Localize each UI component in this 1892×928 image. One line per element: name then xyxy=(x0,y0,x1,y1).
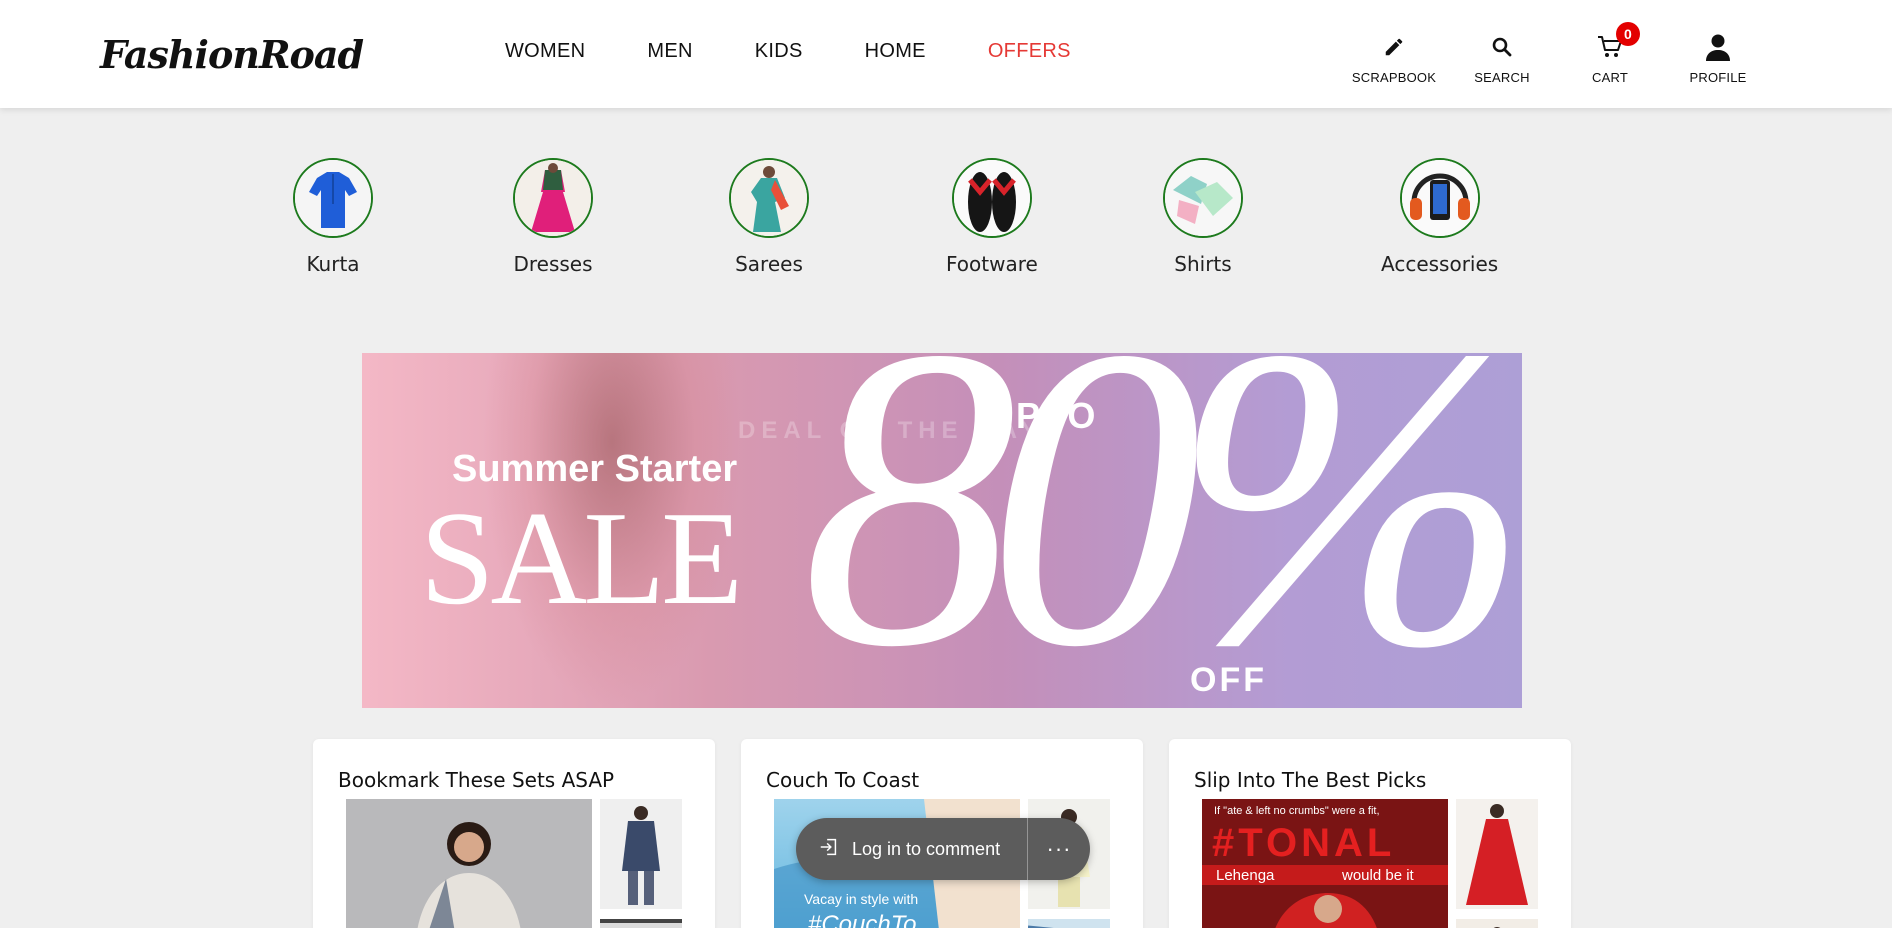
nav-kids[interactable]: KIDS xyxy=(755,40,803,63)
card-title: Bookmark These Sets ASAP xyxy=(338,768,615,792)
category-label: Sarees xyxy=(735,252,803,276)
shirts-image xyxy=(1163,158,1243,238)
header-actions: SCRAPBOOK SEARCH 0 CART PROFILE xyxy=(1340,22,1772,85)
card-lehenga: Lehenga xyxy=(1216,867,1275,884)
nav-offers[interactable]: OFFERS xyxy=(988,40,1071,63)
card-thumb-image[interactable] xyxy=(1456,799,1538,909)
category-label: Accessories xyxy=(1381,252,1499,276)
category-label: Footware xyxy=(946,252,1038,276)
card-main-image[interactable] xyxy=(346,799,592,928)
sarees-image xyxy=(729,158,809,238)
nav-home[interactable]: HOME xyxy=(865,40,926,63)
main-nav: WOMEN MEN KIDS HOME OFFERS xyxy=(505,40,1133,63)
accessories-image xyxy=(1399,158,1480,238)
search-icon xyxy=(1490,32,1514,62)
banner-percent: 80% xyxy=(802,353,1522,708)
profile-label: PROFILE xyxy=(1689,70,1747,85)
pencil-icon xyxy=(1383,32,1405,62)
category-dresses[interactable]: Dresses xyxy=(513,158,593,276)
footware-image xyxy=(951,158,1032,238)
search-label: SEARCH xyxy=(1474,70,1530,85)
nav-women[interactable]: WOMEN xyxy=(505,40,585,63)
category-label: Dresses xyxy=(513,252,593,276)
profile-button[interactable]: PROFILE xyxy=(1664,32,1772,85)
card-main-image[interactable]: If "ate & left no crumbs" were a fit, #T… xyxy=(1202,799,1448,928)
banner-sale-text: SALE xyxy=(420,484,743,632)
card-thumb-image[interactable] xyxy=(600,919,682,928)
more-options-button[interactable]: ··· xyxy=(1028,836,1090,862)
scrapbook-button[interactable]: SCRAPBOOK xyxy=(1340,32,1448,85)
card-thumb-image[interactable] xyxy=(1456,919,1538,928)
person-icon xyxy=(1705,32,1731,62)
card-quote: If "ate & left no crumbs" were a fit, xyxy=(1214,805,1380,817)
card-title: Slip Into The Best Picks xyxy=(1194,768,1427,792)
sign-in-icon xyxy=(818,836,840,863)
scrapbook-label: SCRAPBOOK xyxy=(1351,70,1437,85)
category-shirts[interactable]: Shirts xyxy=(1163,158,1243,276)
category-sarees[interactable]: Sarees xyxy=(729,158,809,276)
cart-label: CART xyxy=(1592,70,1628,85)
nav-men[interactable]: MEN xyxy=(647,40,692,63)
card-thumb-image[interactable] xyxy=(600,799,682,909)
card-tonal: #TONAL xyxy=(1212,821,1396,865)
login-label: Log in to comment xyxy=(852,838,1001,859)
category-kurta[interactable]: Kurta xyxy=(293,158,373,276)
category-footware[interactable]: Footware xyxy=(946,158,1038,276)
search-button[interactable]: SEARCH xyxy=(1448,32,1556,85)
category-accessories[interactable]: Accessories xyxy=(1381,158,1498,276)
card-caption: Vacay in style with xyxy=(804,891,919,907)
kurta-image xyxy=(293,158,373,238)
banner-off: OFF xyxy=(1190,661,1267,699)
category-label: Kurta xyxy=(306,252,360,276)
banner-upto: UPTO xyxy=(987,395,1099,436)
collection-card[interactable]: Bookmark These Sets ASAP xyxy=(313,739,715,928)
category-strip: Kurta Dresses Sarees Footware Shirts Acc… xyxy=(0,158,1892,288)
collection-card[interactable]: Slip Into The Best Picks If "ate & left … xyxy=(1169,739,1571,928)
login-to-comment-button[interactable]: Log in to comment xyxy=(796,818,1028,880)
comment-toast: Log in to comment ··· xyxy=(796,818,1090,880)
category-label: Shirts xyxy=(1174,252,1232,276)
card-hashtag: #CouchTo xyxy=(808,911,917,928)
card-would-be: would be it xyxy=(1342,867,1414,884)
brand-logo[interactable]: FashionRoad xyxy=(100,32,364,77)
dresses-image xyxy=(513,158,593,238)
cart-count-badge: 0 xyxy=(1616,22,1640,46)
card-title: Couch To Coast xyxy=(766,768,920,792)
site-header: FashionRoad WOMEN MEN KIDS HOME OFFERS S… xyxy=(0,0,1892,108)
cart-button[interactable]: 0 CART xyxy=(1556,22,1664,85)
card-thumb-image[interactable] xyxy=(1027,919,1110,928)
sale-banner[interactable]: DEAL OF THE DAY Summer Starter SALE 80% … xyxy=(362,353,1522,708)
